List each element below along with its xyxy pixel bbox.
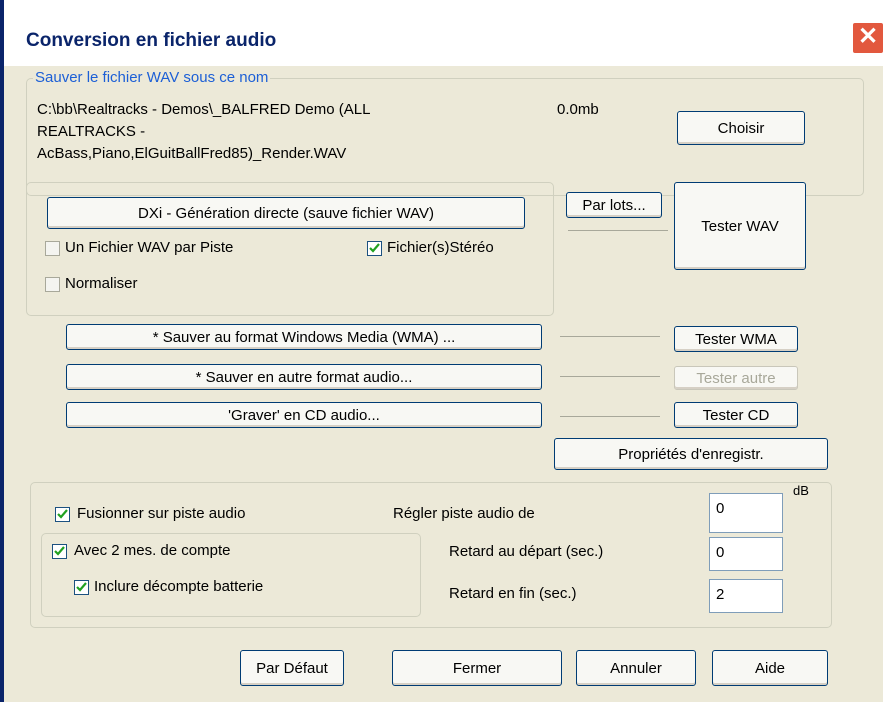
dialog-body: Sauver le fichier WAV sous ce nom C:\bb\… (8, 66, 883, 702)
merge-group: Fusionner sur piste audio Avec 2 mes. de… (30, 482, 832, 628)
dxi-generate-button[interactable]: DXi - Génération directe (sauve fichier … (47, 197, 525, 229)
count-in-label: Avec 2 mes. de compte (74, 542, 231, 559)
file-path-line-2: REALTRACKS - (37, 123, 146, 140)
end-delay-label: Retard en fin (sec.) (449, 585, 577, 602)
file-size: 0.0mb (557, 101, 599, 118)
dialog-window: Conversion en fichier audio ✕ Sauver le … (0, 0, 883, 702)
db-unit-label: dB (793, 483, 809, 498)
merge-audio-label: Fusionner sur piste audio (77, 505, 246, 522)
file-name-group: Sauver le fichier WAV sous ce nom C:\bb\… (26, 69, 864, 196)
drum-countdown-label: Inclure décompte batterie (94, 578, 264, 595)
normalize-checkbox[interactable] (45, 277, 60, 292)
start-delay-input[interactable]: 0 (709, 537, 783, 571)
checkmark-icon (54, 546, 65, 556)
default-button[interactable]: Par Défaut (240, 650, 344, 686)
test-cd-button[interactable]: Tester CD (674, 402, 798, 428)
merge-audio-checkbox[interactable] (55, 507, 70, 522)
close-button[interactable]: Fermer (392, 650, 562, 686)
adjust-audio-input[interactable]: 0 (709, 493, 783, 533)
batch-button[interactable]: Par lots... (566, 192, 662, 218)
cd-connector (560, 416, 660, 417)
one-file-per-track-label: Un Fichier WAV par Piste (65, 239, 234, 256)
drum-countdown-checkbox[interactable] (74, 580, 89, 595)
help-button[interactable]: Aide (712, 650, 828, 686)
test-wav-button[interactable]: Tester WAV (674, 182, 806, 270)
file-path-line-3: AcBass,Piano,ElGuitBallFred85)_Render.WA… (37, 145, 347, 162)
stereo-checkbox[interactable] (367, 241, 382, 256)
file-path-line-1: C:\bb\Realtracks - Demos\_BALFRED Demo (… (37, 101, 371, 118)
wma-connector (560, 336, 660, 337)
stereo-label: Fichier(s)Stéréo (387, 239, 494, 256)
other-connector (560, 376, 660, 377)
one-file-per-track-checkbox[interactable] (45, 241, 60, 256)
dxi-group: DXi - Génération directe (sauve fichier … (26, 182, 554, 316)
end-delay-input[interactable]: 2 (709, 579, 783, 613)
batch-connector (568, 230, 668, 231)
dialog-title: Conversion en fichier audio (26, 30, 277, 51)
test-wma-button[interactable]: Tester WMA (674, 326, 798, 352)
save-wma-button[interactable]: * Sauver au format Windows Media (WMA) .… (66, 324, 542, 350)
checkmark-icon (57, 509, 68, 519)
checkmark-icon (76, 582, 87, 592)
count-in-checkbox[interactable] (52, 544, 67, 559)
cancel-button[interactable]: Annuler (576, 650, 696, 686)
normalize-label: Normaliser (65, 275, 138, 292)
start-delay-label: Retard au départ (sec.) (449, 543, 604, 560)
count-in-subgroup: Avec 2 mes. de compte Inclure décompte b… (41, 533, 421, 617)
file-group-legend: Sauver le fichier WAV sous ce nom (33, 69, 271, 86)
close-icon[interactable]: ✕ (852, 22, 883, 54)
burn-cd-button[interactable]: 'Graver' en CD audio... (66, 402, 542, 428)
title-bar[interactable]: Conversion en fichier audio ✕ (4, 0, 883, 66)
checkmark-icon (369, 243, 380, 253)
choose-button[interactable]: Choisir (677, 111, 805, 145)
save-other-format-button[interactable]: * Sauver en autre format audio... (66, 364, 542, 390)
recording-properties-button[interactable]: Propriétés d'enregistr. (554, 438, 828, 470)
adjust-audio-label: Régler piste audio de (393, 505, 535, 522)
test-other-button[interactable]: Tester autre (674, 366, 798, 390)
